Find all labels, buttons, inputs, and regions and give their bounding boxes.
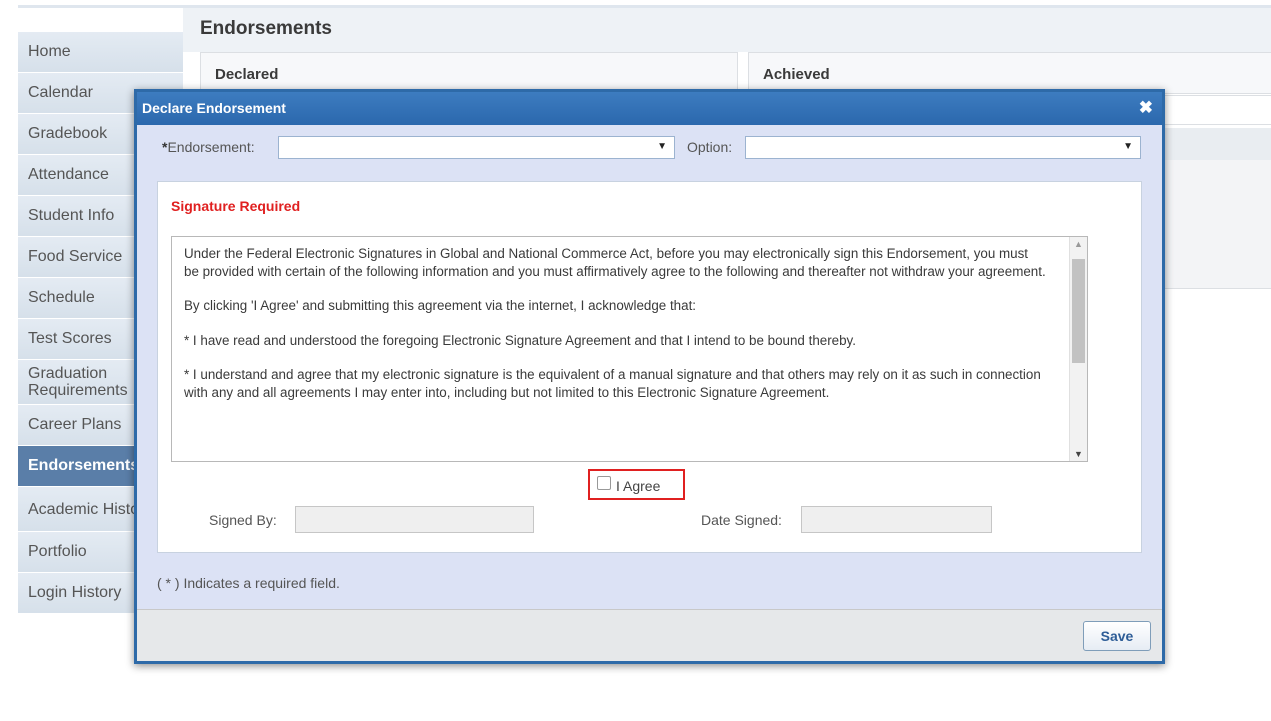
main-header (183, 8, 1271, 52)
sidebar-item-label: Test Scores (28, 330, 112, 347)
agreement-paragraph: By clicking 'I Agree' and submitting thi… (184, 298, 697, 313)
scroll-down-arrow-icon[interactable]: ▼ (1074, 449, 1083, 459)
required-field-note: ( * ) Indicates a required field. (157, 575, 340, 591)
date-signed-field (801, 506, 992, 533)
declare-endorsement-dialog: Declare Endorsement ✖ *Endorsement: ▼ Op… (134, 89, 1165, 664)
achieved-panel: Achieved (748, 52, 1271, 94)
dropdown-arrow-icon: ▼ (657, 141, 667, 152)
sidebar-item-label: Home (28, 43, 71, 60)
sidebar-item-label: Calendar (28, 84, 93, 101)
sidebar-item-label: Schedule (28, 289, 95, 306)
dropdown-arrow-icon: ▼ (1123, 141, 1133, 152)
agreement-text-box[interactable]: Under the Federal Electronic Signatures … (171, 236, 1088, 462)
date-signed-label: Date Signed: (701, 512, 782, 528)
sidebar-item-label: Attendance (28, 166, 109, 183)
agreement-paragraph: Under the Federal Electronic Signatures … (184, 246, 1046, 279)
sidebar-item-label: Food Service (28, 248, 123, 265)
dialog-footer: Save (137, 609, 1162, 661)
sidebar-item-label: Portfolio (28, 543, 87, 560)
save-button[interactable]: Save (1083, 621, 1151, 651)
sidebar-item-label: Gradebook (28, 125, 108, 142)
agreement-text: Under the Federal Electronic Signatures … (184, 245, 1046, 418)
scroll-thumb[interactable] (1072, 259, 1085, 363)
scroll-up-arrow-icon[interactable]: ▲ (1074, 239, 1083, 249)
dialog-titlebar: Declare Endorsement ✖ (137, 92, 1162, 125)
option-label: Option: (687, 139, 733, 155)
signed-by-label: Signed By: (209, 512, 277, 528)
i-agree-label[interactable]: I Agree (616, 478, 660, 494)
achieved-content (1150, 95, 1271, 125)
close-icon[interactable]: ✖ (1139, 98, 1153, 118)
signature-required-heading: Signature Required (171, 198, 301, 214)
signature-panel: Signature Required Under the Federal Ele… (157, 181, 1142, 553)
agreement-scrollbar[interactable]: ▲ ▼ (1069, 237, 1087, 461)
achieved-body (1160, 160, 1271, 289)
sidebar-item-home[interactable]: Home (18, 32, 183, 72)
achieved-header-strip (1160, 128, 1271, 160)
endorsement-label: Endorsement: (167, 139, 255, 155)
achieved-title: Achieved (763, 66, 830, 83)
sidebar-item-label: Endorsements (28, 457, 140, 474)
agreement-paragraph: * I understand and agree that my electro… (184, 367, 1041, 400)
sidebar-item-label: Login History (28, 584, 122, 601)
declared-title: Declared (215, 66, 279, 83)
signed-by-field (295, 506, 534, 533)
agreement-paragraph: * I have read and understood the foregoi… (184, 332, 856, 348)
endorsement-select[interactable]: ▼ (278, 136, 675, 159)
i-agree-checkbox[interactable] (597, 476, 611, 490)
declared-panel: Declared (200, 52, 738, 94)
i-agree-highlight: I Agree (588, 469, 685, 500)
option-select[interactable]: ▼ (745, 136, 1141, 159)
sidebar-item-label: Student Info (28, 207, 115, 224)
dialog-title: Declare Endorsement (142, 100, 286, 116)
endorsement-field-label: *Endorsement: (162, 139, 255, 155)
sidebar-item-label: Career Plans (28, 416, 122, 433)
page-title: Endorsements (200, 18, 332, 39)
